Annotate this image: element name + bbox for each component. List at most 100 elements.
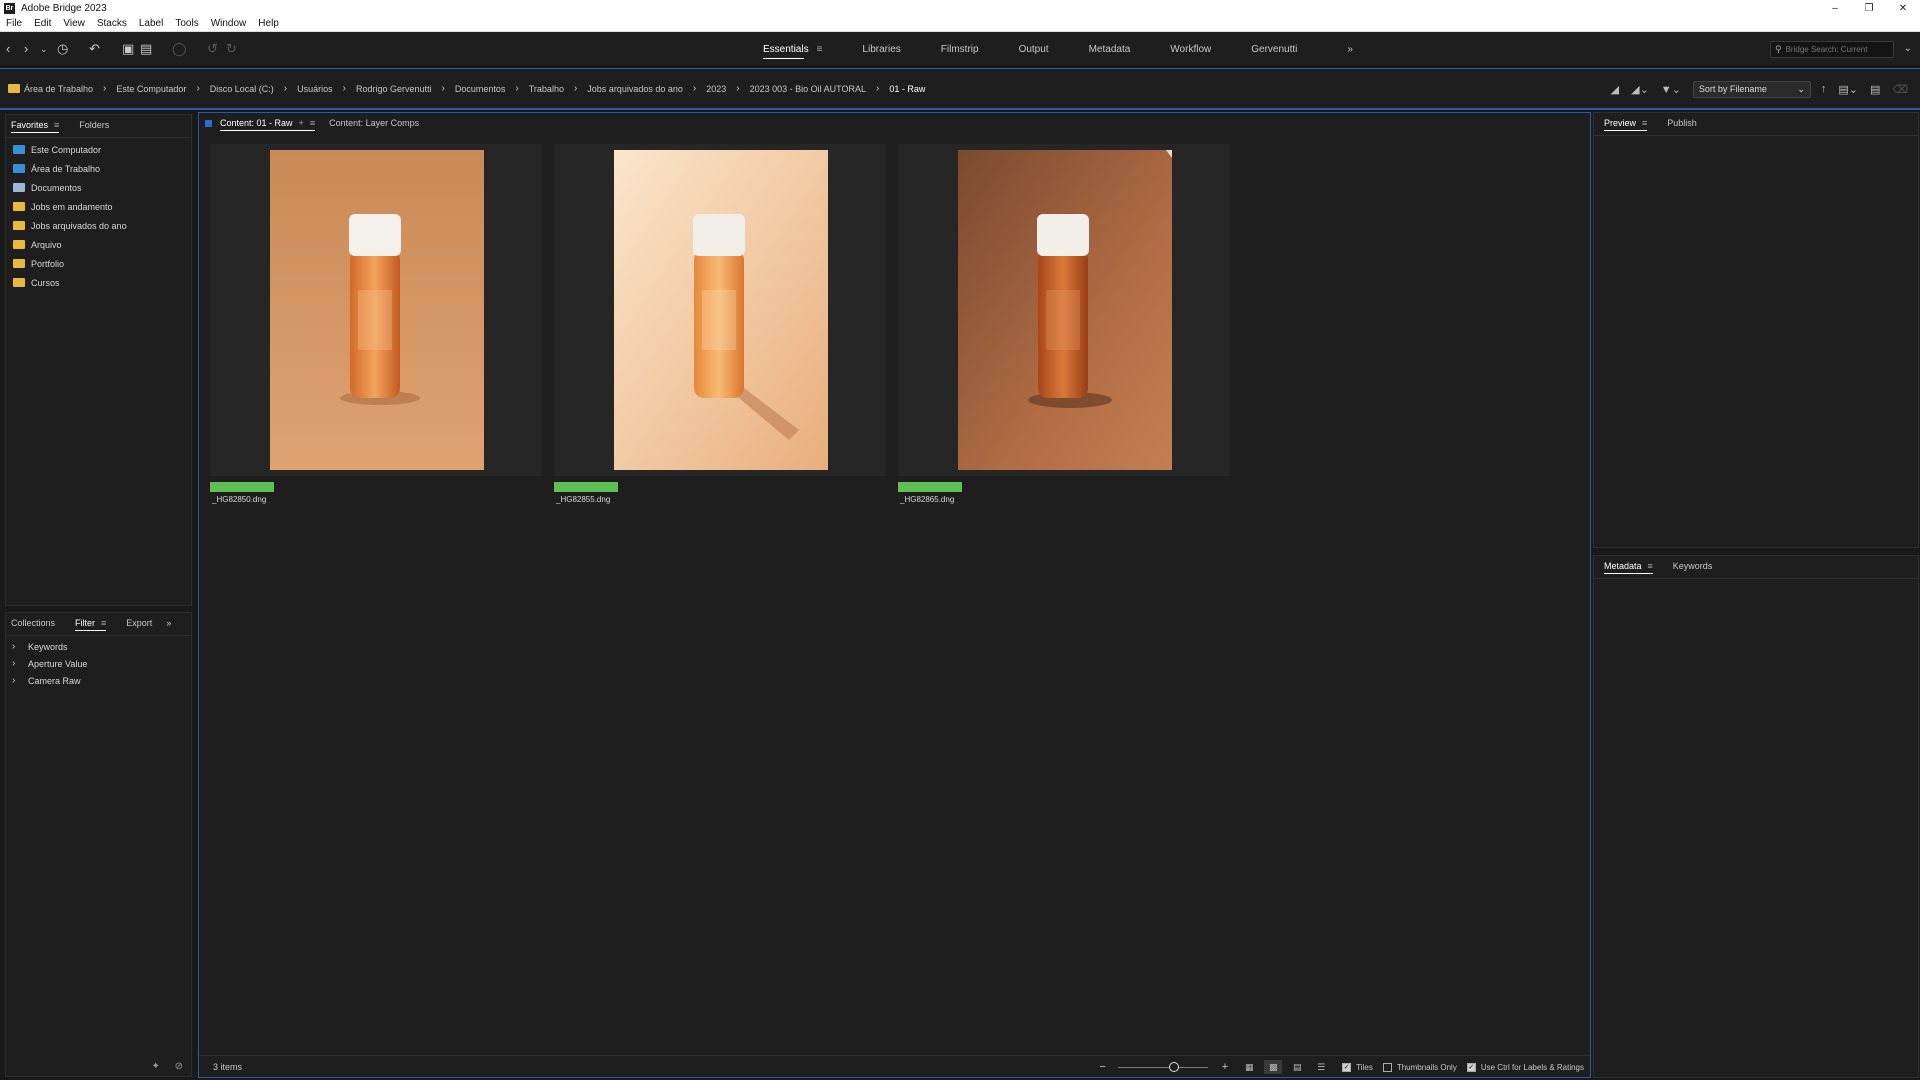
sort-ascending-icon[interactable]: ↑: [1821, 83, 1827, 95]
favorite-item[interactable]: Documentos: [6, 178, 191, 197]
tab-preview[interactable]: Preview ≡: [1604, 113, 1648, 133]
delete-icon[interactable]: ⌫: [1892, 83, 1908, 96]
menu-view[interactable]: View: [57, 18, 91, 29]
hamburger-menu-icon[interactable]: ≡: [310, 118, 315, 128]
workspace-tab-workflow[interactable]: Workflow: [1170, 32, 1211, 67]
tab-layer-comps[interactable]: Content: Layer Comps: [329, 113, 419, 133]
favorite-item[interactable]: Este Computador: [6, 140, 191, 159]
menu-stacks[interactable]: Stacks: [91, 18, 133, 29]
thumbnail-filename[interactable]: _HG82855.dng: [556, 495, 610, 504]
workspace-tab-output[interactable]: Output: [1019, 32, 1049, 67]
open-recent-icon[interactable]: ▤⌄: [1838, 83, 1858, 96]
tab-folders[interactable]: Folders: [79, 115, 109, 135]
thumbnail-frame[interactable]: [210, 144, 542, 476]
breadcrumb-separator-icon[interactable]: ›: [442, 83, 445, 94]
more-workspaces-button[interactable]: »: [1347, 32, 1353, 67]
filter-item-camera-raw[interactable]: › Camera Raw: [6, 672, 191, 689]
chevron-right-icon[interactable]: ›: [12, 658, 28, 669]
breadcrumb-item[interactable]: Trabalho: [529, 84, 564, 94]
tab-export[interactable]: Export: [126, 613, 152, 633]
close-icon[interactable]: ✕: [1886, 0, 1920, 16]
tab-collections[interactable]: Collections: [11, 613, 55, 633]
breadcrumb-item[interactable]: Disco Local (C:): [210, 84, 274, 94]
breadcrumb-item[interactable]: Rodrigo Gervenutti: [356, 84, 432, 94]
breadcrumb-separator-icon[interactable]: ›: [103, 83, 106, 94]
workspace-tab-filmstrip[interactable]: Filmstrip: [941, 32, 979, 67]
thumbnail-size-slider[interactable]: [1117, 1061, 1208, 1072]
breadcrumb-separator-icon[interactable]: ›: [284, 83, 287, 94]
search-dropdown-icon[interactable]: ⌄: [1904, 43, 1912, 54]
filter-item-aperture[interactable]: › Aperture Value: [6, 655, 191, 672]
tiles-checkbox[interactable]: ✓: [1342, 1062, 1352, 1072]
menu-edit[interactable]: Edit: [28, 18, 57, 29]
breadcrumb-item[interactable]: Usuários: [297, 84, 333, 94]
chevron-right-icon[interactable]: ›: [12, 675, 28, 686]
favorite-item[interactable]: Portfolio: [6, 254, 191, 273]
clear-filter-icon[interactable]: ⊘: [175, 1061, 183, 1072]
restore-icon[interactable]: ❐: [1852, 0, 1886, 16]
hamburger-menu-icon[interactable]: ≡: [1648, 561, 1653, 571]
favorite-item[interactable]: Jobs em andamento: [6, 197, 191, 216]
breadcrumb-separator-icon[interactable]: ›: [574, 83, 577, 94]
tab-filter[interactable]: Filter ≡: [75, 613, 107, 633]
favorite-item[interactable]: Arquivo: [6, 235, 191, 254]
breadcrumb-item[interactable]: Este Computador: [116, 84, 186, 94]
breadcrumb-separator-icon[interactable]: ›: [693, 83, 696, 94]
recent-files-icon[interactable]: ◷: [57, 41, 68, 57]
favorite-item[interactable]: Jobs arquivados do ano: [6, 216, 191, 235]
filter-item-keywords[interactable]: › Keywords: [6, 638, 191, 655]
thumbnails-only-checkbox[interactable]: [1382, 1062, 1392, 1072]
hamburger-menu-icon[interactable]: ≡: [817, 44, 823, 55]
tab-metadata[interactable]: Metadata ≡: [1604, 556, 1653, 576]
tab-favorites[interactable]: Favorites ≡: [11, 115, 60, 135]
thumbnail-view-icon[interactable]: ▩: [1264, 1060, 1283, 1074]
breadcrumb-separator-icon[interactable]: ›: [343, 83, 346, 94]
return-to-photoshop-icon[interactable]: ↶: [89, 41, 100, 57]
quality-icon[interactable]: ◢⌄: [1631, 83, 1649, 96]
rotate-left-icon[interactable]: ↺: [207, 41, 218, 57]
grid-lock-icon[interactable]: ▦: [1240, 1060, 1258, 1074]
favorite-item[interactable]: Área de Trabalho: [6, 159, 191, 178]
rotate-right-icon[interactable]: ↻: [226, 41, 237, 57]
tab-keywords[interactable]: Keywords: [1673, 556, 1713, 576]
menu-file[interactable]: File: [0, 18, 28, 29]
rating-filter-icon[interactable]: ◢: [1611, 83, 1619, 96]
more-tabs-button[interactable]: »: [166, 613, 171, 633]
menu-help[interactable]: Help: [252, 18, 285, 29]
hamburger-menu-icon[interactable]: ≡: [1642, 118, 1647, 128]
menu-window[interactable]: Window: [205, 18, 253, 29]
thumbnail-frame[interactable]: [898, 144, 1230, 476]
favorite-item[interactable]: Cursos: [6, 273, 191, 292]
sort-dropdown[interactable]: Sort by Filename ⌄: [1692, 80, 1811, 98]
add-icon[interactable]: +: [299, 118, 304, 128]
list-view-icon[interactable]: ☰: [1312, 1060, 1330, 1074]
search-input[interactable]: [1785, 45, 1886, 54]
details-view-icon[interactable]: ▤: [1288, 1060, 1306, 1074]
breadcrumb-item[interactable]: 2023 003 - Bio Oil AUTORAL: [750, 84, 866, 94]
breadcrumb-separator-icon[interactable]: ›: [515, 83, 518, 94]
breadcrumb-separator-icon[interactable]: ›: [736, 83, 739, 94]
back-icon[interactable]: ‹: [6, 41, 10, 57]
breadcrumb-item-current[interactable]: 01 - Raw: [889, 84, 925, 94]
chevron-down-icon[interactable]: ⌄: [40, 41, 48, 57]
thumbnail-item[interactable]: _HG82850.dng: [210, 144, 542, 524]
slider-handle[interactable]: [1168, 1061, 1179, 1072]
pin-icon[interactable]: ✦: [151, 1061, 159, 1072]
breadcrumb-item[interactable]: 2023: [706, 84, 726, 94]
camera-raw-icon[interactable]: ◯: [172, 41, 187, 57]
refine-icon[interactable]: ▤: [140, 41, 152, 57]
thumbnail-item[interactable]: _HG82865.dng: [898, 144, 1230, 524]
thumbnail-filename[interactable]: _HG82850.dng: [212, 495, 266, 504]
menu-tools[interactable]: Tools: [169, 18, 204, 29]
thumbnail-frame[interactable]: [554, 144, 886, 476]
breadcrumb-item[interactable]: Área de Trabalho: [24, 84, 93, 94]
breadcrumb-separator-icon[interactable]: ›: [876, 83, 879, 94]
hamburger-menu-icon[interactable]: ≡: [54, 120, 59, 130]
zoom-out-icon[interactable]: −: [1099, 1061, 1105, 1073]
thumbnail-item[interactable]: _HG82855.dng: [554, 144, 886, 524]
forward-icon[interactable]: ›: [24, 41, 28, 57]
thumbnail-filename[interactable]: _HG82865.dng: [900, 495, 954, 504]
breadcrumb-item[interactable]: Documentos: [455, 84, 506, 94]
workspace-tab-libraries[interactable]: Libraries: [862, 32, 900, 67]
tab-publish[interactable]: Publish: [1667, 113, 1697, 133]
